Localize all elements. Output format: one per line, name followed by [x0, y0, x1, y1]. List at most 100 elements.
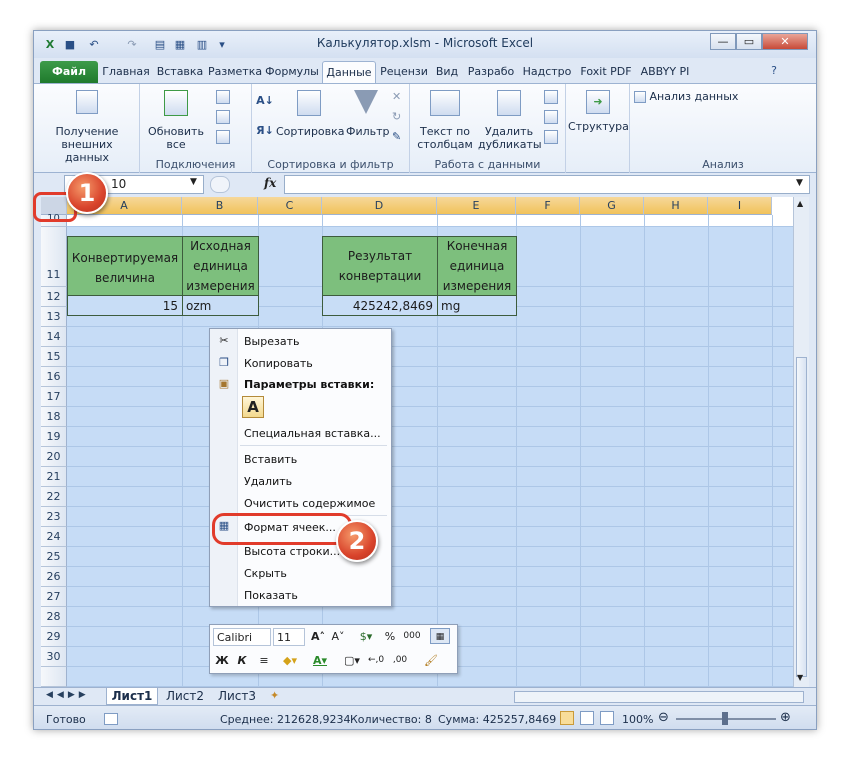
page-layout-view-icon[interactable]: [580, 711, 594, 725]
tab-page-layout[interactable]: Разметка: [208, 61, 262, 83]
row-header-29[interactable]: 29: [41, 627, 67, 647]
clear-filter-icon[interactable]: ✕: [392, 90, 401, 103]
col-header-g[interactable]: G: [580, 197, 644, 215]
edit-links-icon[interactable]: [216, 130, 230, 144]
cell-e12[interactable]: mg: [437, 295, 517, 316]
row-header-15[interactable]: 15: [41, 347, 67, 367]
row-header-20[interactable]: 20: [41, 447, 67, 467]
formula-input[interactable]: [284, 175, 810, 194]
tab-foxit-pdf[interactable]: Foxit PDF: [578, 61, 634, 83]
reapply-icon[interactable]: ↻: [392, 110, 401, 123]
zoom-slider-thumb[interactable]: [722, 712, 728, 725]
row-header-26[interactable]: 26: [41, 567, 67, 587]
zoom-out-icon[interactable]: ⊖: [658, 710, 669, 725]
filter-button[interactable]: Фильтр: [346, 90, 390, 138]
data-validation-icon[interactable]: [544, 90, 558, 104]
sort-za-icon[interactable]: Я↓: [256, 124, 274, 137]
tab-review[interactable]: Рецензи: [378, 61, 430, 83]
cell-a12[interactable]: 15: [67, 295, 183, 316]
minimize-button[interactable]: —: [710, 33, 736, 50]
formula-bar-handle[interactable]: [210, 176, 230, 193]
remove-duplicates-button[interactable]: Удалить дубликаты: [478, 90, 542, 151]
row-header-14[interactable]: 14: [41, 327, 67, 347]
col-header-h[interactable]: H: [644, 197, 708, 215]
scroll-thumb[interactable]: [796, 357, 807, 677]
row-header-21[interactable]: 21: [41, 467, 67, 487]
comma-style-icon[interactable]: 000: [402, 628, 422, 645]
page-break-view-icon[interactable]: [600, 711, 614, 725]
help-icon[interactable]: ?: [766, 63, 782, 79]
cell-b12[interactable]: ozm: [182, 295, 259, 316]
advanced-filter-icon[interactable]: ✎: [392, 130, 401, 143]
tab-data[interactable]: Данные: [322, 61, 376, 83]
menu-cut[interactable]: Вырезать: [244, 335, 299, 348]
row-header-12[interactable]: 12: [41, 287, 67, 307]
tab-abbyy[interactable]: ABBYY PI: [638, 61, 692, 83]
cell-a11[interactable]: Конвертируемая величина: [67, 236, 183, 296]
worksheet-grid[interactable]: A B C D E F G H I 10 11 12 13 14 15 16 1…: [41, 197, 793, 687]
menu-unhide[interactable]: Показать: [244, 589, 298, 602]
col-header-f[interactable]: F: [516, 197, 580, 215]
tab-view[interactable]: Вид: [432, 61, 462, 83]
percent-icon[interactable]: %: [382, 628, 398, 645]
consolidate-icon[interactable]: [544, 110, 558, 124]
menu-insert[interactable]: Вставить: [244, 453, 297, 466]
menu-paste-special[interactable]: Специальная вставка...: [244, 427, 381, 440]
col-header-e[interactable]: E: [437, 197, 516, 215]
properties-icon[interactable]: [216, 110, 230, 124]
text-to-columns-button[interactable]: Текст по столбцам: [414, 90, 476, 151]
cell-e11[interactable]: Конечная единица измерения: [437, 236, 517, 296]
macro-record-icon[interactable]: [104, 713, 118, 725]
outline-button[interactable]: ➜ Структура: [568, 90, 629, 133]
sheet-nav-icon[interactable]: ◀◀▶▶: [46, 690, 90, 700]
col-header-i[interactable]: I: [708, 197, 772, 215]
sort-button[interactable]: Сортировка: [276, 90, 345, 138]
tab-developer[interactable]: Разрабо: [464, 61, 518, 83]
zoom-in-icon[interactable]: ⊕: [780, 710, 791, 725]
menu-row-height[interactable]: Высота строки...: [244, 545, 340, 558]
increase-decimal-icon[interactable]: ←,0: [368, 652, 384, 669]
menu-copy[interactable]: Копировать: [244, 357, 313, 370]
font-size-box[interactable]: 11: [273, 628, 305, 646]
grow-font-icon[interactable]: A˄: [310, 628, 326, 645]
sheet-tab-3[interactable]: Лист3: [212, 688, 262, 705]
row-header-24[interactable]: 24: [41, 527, 67, 547]
expand-formula-bar-icon[interactable]: ▼: [796, 178, 803, 188]
tab-home[interactable]: Главная: [100, 61, 152, 83]
shrink-font-icon[interactable]: A˅: [330, 628, 346, 645]
menu-hide[interactable]: Скрыть: [244, 567, 287, 580]
font-color-icon[interactable]: A▾: [310, 652, 330, 669]
accounting-format-icon[interactable]: $▾: [356, 628, 376, 645]
zoom-level[interactable]: 100%: [622, 713, 653, 726]
tab-formulas[interactable]: Формулы: [264, 61, 320, 83]
cell-d12[interactable]: 425242,8469: [322, 295, 438, 316]
cell-d11[interactable]: Результат конвертации: [322, 236, 438, 296]
tab-addins[interactable]: Надстро: [520, 61, 574, 83]
align-center-icon[interactable]: ≡: [256, 652, 272, 669]
sheet-tab-2[interactable]: Лист2: [160, 688, 210, 705]
bold-button[interactable]: Ж: [214, 652, 230, 669]
row-header-22[interactable]: 22: [41, 487, 67, 507]
name-box-dropdown-icon[interactable]: ▼: [190, 177, 197, 187]
refresh-all-button[interactable]: Обновить все: [146, 90, 206, 151]
connections-icon[interactable]: [216, 90, 230, 104]
row-header-11[interactable]: 11: [41, 227, 67, 287]
row-header-13[interactable]: 13: [41, 307, 67, 327]
scroll-up-icon[interactable]: ▲: [797, 199, 803, 208]
italic-button[interactable]: К: [234, 652, 250, 669]
tab-insert[interactable]: Вставка: [154, 61, 206, 83]
row-header-23[interactable]: 23: [41, 507, 67, 527]
normal-view-icon[interactable]: [560, 711, 574, 725]
borders-icon[interactable]: ▢▾: [342, 652, 362, 669]
vertical-scrollbar[interactable]: ▲ ▼: [793, 197, 809, 687]
get-external-data-button[interactable]: Получение внешних данных: [40, 90, 134, 164]
sort-az-icon[interactable]: A↓: [256, 94, 274, 107]
sheet-tab-1[interactable]: Лист1: [106, 688, 158, 705]
row-header-31[interactable]: [41, 667, 67, 687]
row-header-19[interactable]: 19: [41, 427, 67, 447]
col-header-d[interactable]: D: [322, 197, 437, 215]
tab-file[interactable]: Файл: [40, 61, 98, 83]
row-header-28[interactable]: 28: [41, 607, 67, 627]
what-if-icon[interactable]: [544, 130, 558, 144]
fill-color-icon[interactable]: ◆▾: [280, 652, 300, 669]
